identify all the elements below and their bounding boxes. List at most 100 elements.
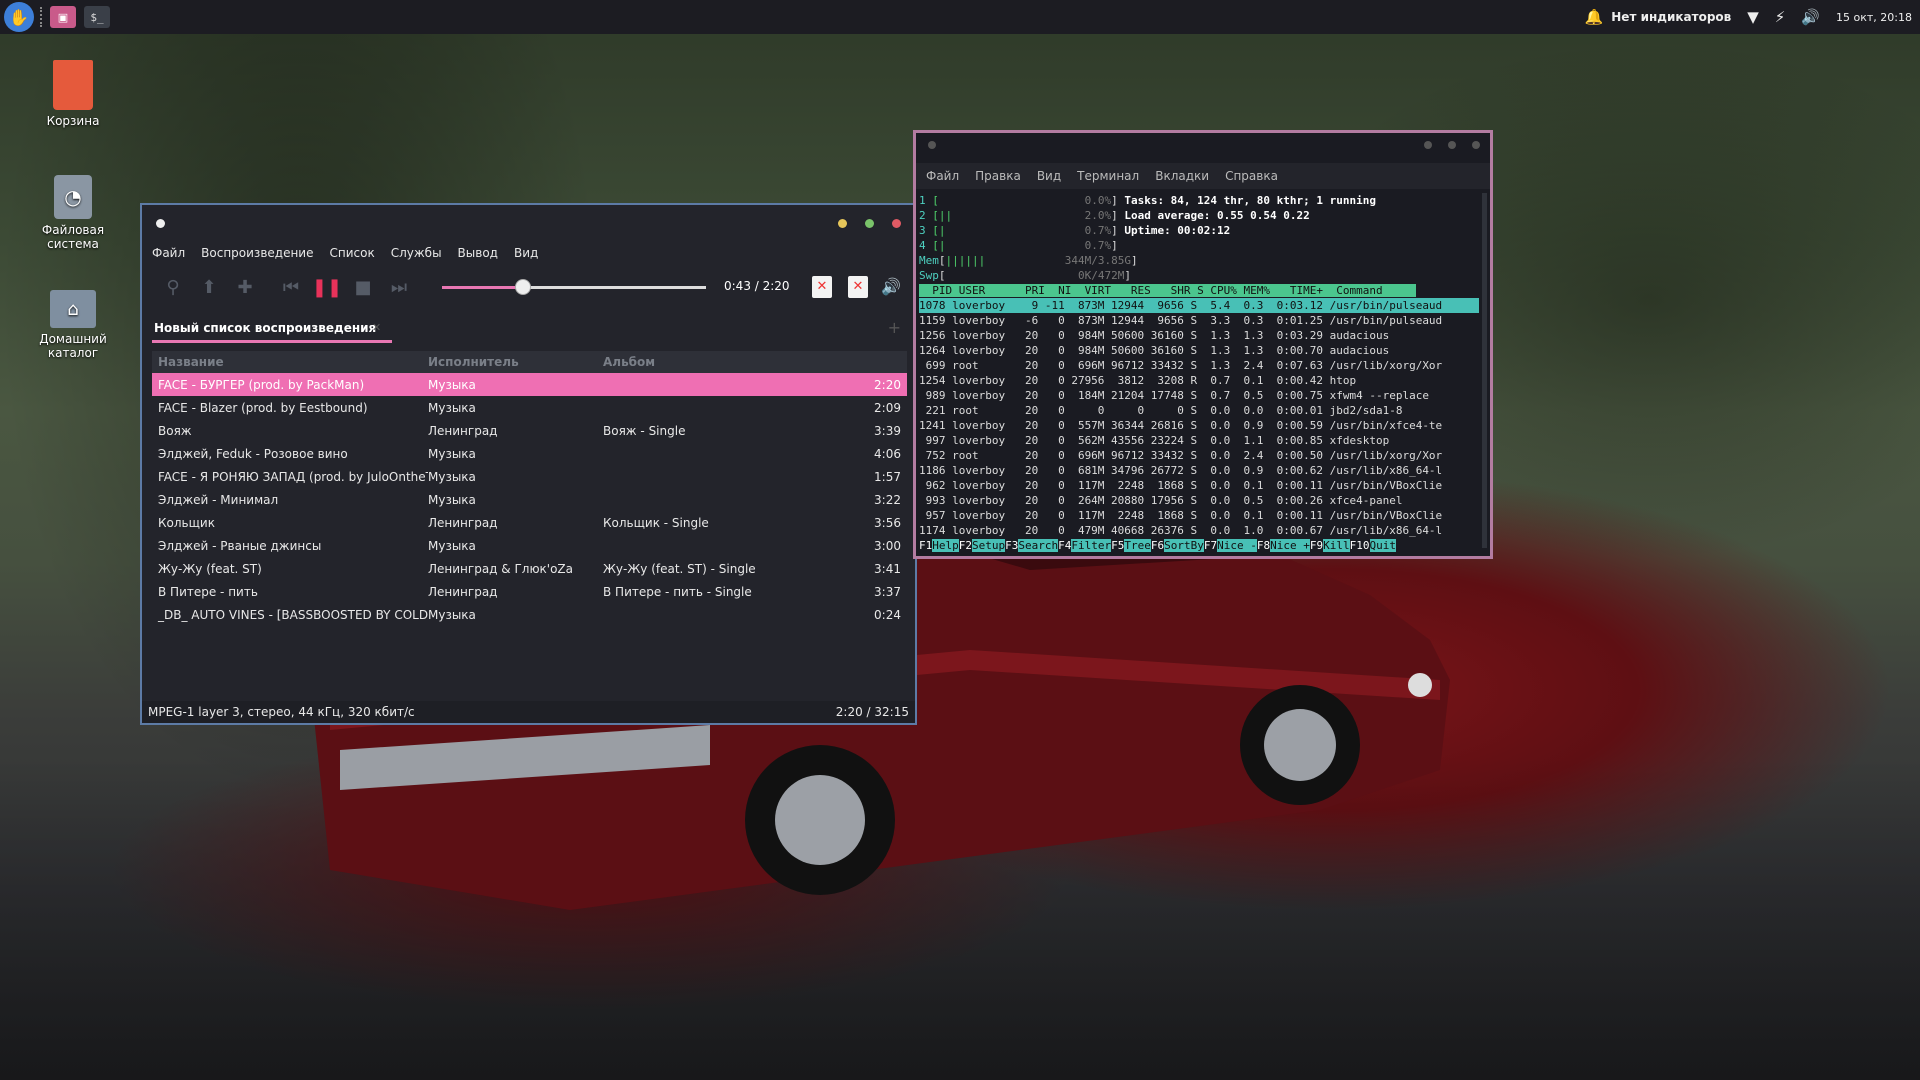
process-row[interactable]: 957 loverboy 20 0 117M 2248 1868 S 0.0 0… bbox=[919, 508, 1479, 523]
process-row[interactable]: 1078 loverboy 9 -11 873M 12944 9656 S 5.… bbox=[919, 298, 1479, 313]
next-icon[interactable]: ⏭ bbox=[384, 272, 414, 302]
clock[interactable]: 15 окт, 20:18 bbox=[1836, 11, 1912, 24]
process-row[interactable]: 1186 loverboy 20 0 681M 34796 26772 S 0.… bbox=[919, 463, 1479, 478]
playlist-row[interactable]: Элджей, Feduk - Розовое вино Музыка 4:06 bbox=[152, 442, 907, 465]
process-row[interactable]: 1159 loverboy -6 0 873M 12944 9656 S 3.3… bbox=[919, 313, 1479, 328]
playlist-row[interactable]: Элджей - Рваные джинсы Музыка 3:00 bbox=[152, 534, 907, 557]
column-album[interactable]: Альбом bbox=[603, 355, 863, 369]
process-row[interactable]: 752 root 20 0 696M 96712 33432 S 0.0 2.4… bbox=[919, 448, 1479, 463]
tab-playlist[interactable]: Новый список воспроизведения bbox=[152, 313, 392, 343]
stop-icon[interactable]: ■ bbox=[348, 272, 378, 302]
playlist-row[interactable]: _DB_ AUTO VINES - [BASSBOOSTED BY COLD …… bbox=[152, 603, 907, 626]
playlist-row[interactable]: FACE - Blazer (prod. by Eestbound) Музыка… bbox=[152, 396, 907, 419]
playlist-row[interactable]: Кольщик Ленинград Кольщик - Single 3:56 bbox=[152, 511, 907, 534]
maximize-button[interactable] bbox=[865, 219, 874, 228]
process-row[interactable]: 962 loverboy 20 0 117M 2248 1868 S 0.0 0… bbox=[919, 478, 1479, 493]
menu-help[interactable]: Справка bbox=[1225, 169, 1278, 183]
menu-playback[interactable]: Воспроизведение bbox=[201, 246, 313, 260]
battery-icon[interactable]: ⚡ bbox=[1775, 8, 1786, 26]
fkey-label[interactable]: Nice + bbox=[1270, 539, 1310, 552]
playlist-row[interactable]: FACE - Я РОНЯЮ ЗАПАД (prod. by JuloOnthe… bbox=[152, 465, 907, 488]
fkey-f3[interactable]: F3 bbox=[1005, 539, 1019, 552]
network-icon[interactable]: ▼ bbox=[1747, 8, 1759, 26]
volume-button-icon[interactable]: 🔊 bbox=[881, 277, 901, 296]
playlist-row[interactable]: Вояж Ленинград Вояж - Single 3:39 bbox=[152, 419, 907, 442]
fkey-label[interactable]: Search bbox=[1018, 539, 1059, 552]
column-artist[interactable]: Исполнитель bbox=[428, 355, 603, 369]
whisker-menu-icon[interactable]: ✋ bbox=[4, 2, 34, 32]
desktop-icon-trash[interactable]: Корзина bbox=[28, 60, 118, 128]
process-row[interactable]: 989 loverboy 20 0 184M 21204 17748 S 0.7… bbox=[919, 388, 1479, 403]
fkey-label[interactable]: Help bbox=[932, 539, 959, 552]
menu-file[interactable]: Файл bbox=[152, 246, 185, 260]
pause-icon[interactable]: ❚❚ bbox=[312, 272, 342, 302]
seek-slider-knob[interactable] bbox=[515, 279, 532, 295]
menu-terminal[interactable]: Терминал bbox=[1077, 169, 1139, 183]
fkey-f9[interactable]: F9 bbox=[1309, 539, 1324, 552]
indicator-label[interactable]: Нет индикаторов bbox=[1611, 10, 1731, 24]
fkey-label[interactable]: Filter bbox=[1071, 539, 1112, 552]
desktop-icon-home[interactable]: ⌂ Домашний каталог bbox=[28, 290, 118, 360]
playlist-row[interactable]: В Питере - пить Ленинград В Питере - пить … bbox=[152, 580, 907, 603]
fkey-label[interactable]: Quit bbox=[1369, 539, 1396, 552]
terminal-scrollbar[interactable] bbox=[1482, 193, 1487, 548]
desktop-icon-filesystem[interactable]: ◔ Файловая система bbox=[28, 175, 118, 251]
volume-icon[interactable]: 🔊 bbox=[1801, 8, 1820, 26]
process-row[interactable]: 1256 loverboy 20 0 984M 50600 36160 S 1.… bbox=[919, 328, 1479, 343]
taskbar-audacious-icon[interactable]: ▣ bbox=[50, 6, 76, 28]
fkey-f2[interactable]: F2 bbox=[958, 539, 972, 552]
menu-services[interactable]: Службы bbox=[391, 246, 442, 260]
bell-icon[interactable]: 🔔 bbox=[1585, 8, 1604, 26]
process-row[interactable]: 1241 loverboy 20 0 557M 36344 26816 S 0.… bbox=[919, 418, 1479, 433]
menu-output[interactable]: Вывод bbox=[458, 246, 498, 260]
seek-slider[interactable] bbox=[442, 279, 706, 295]
playlist-row[interactable]: Элджей - Минимал Музыка 3:22 bbox=[152, 488, 907, 511]
menu-view[interactable]: Вид bbox=[514, 246, 538, 260]
maximize-button[interactable] bbox=[1448, 141, 1456, 149]
previous-icon[interactable]: ⏮ bbox=[276, 272, 306, 302]
close-button[interactable] bbox=[1472, 141, 1480, 149]
window-menu-icon[interactable] bbox=[156, 218, 165, 228]
fkey-f7[interactable]: F7 bbox=[1203, 539, 1218, 552]
fkey-f6[interactable]: F6 bbox=[1150, 539, 1165, 552]
open-files-icon[interactable]: ⬆ bbox=[194, 272, 224, 302]
process-row[interactable]: 993 loverboy 20 0 264M 20880 17956 S 0.0… bbox=[919, 493, 1479, 508]
fkey-f5[interactable]: F5 bbox=[1111, 539, 1125, 552]
minimize-button[interactable] bbox=[838, 219, 847, 228]
minimize-button[interactable] bbox=[1424, 141, 1432, 149]
fkey-label[interactable]: Kill bbox=[1323, 539, 1350, 552]
process-row[interactable]: 1264 loverboy 20 0 984M 50600 36160 S 1.… bbox=[919, 343, 1479, 358]
audacious-titlebar[interactable] bbox=[142, 205, 915, 241]
fkey-f1[interactable]: F1 bbox=[919, 539, 933, 552]
fkey-label[interactable]: Setup bbox=[972, 539, 1006, 552]
fkey-label[interactable]: Nice - bbox=[1217, 539, 1257, 552]
fkey-f10[interactable]: F10 bbox=[1349, 539, 1370, 552]
process-row[interactable]: 997 loverboy 20 0 562M 43556 23224 S 0.0… bbox=[919, 433, 1479, 448]
fkey-label[interactable]: SortBy bbox=[1164, 539, 1204, 552]
repeat-icon[interactable]: ✕ bbox=[812, 276, 832, 298]
process-row[interactable]: 1254 loverboy 20 0 27956 3812 3208 R 0.7… bbox=[919, 373, 1479, 388]
fkey-label[interactable]: Tree bbox=[1124, 539, 1151, 552]
menu-file[interactable]: Файл bbox=[926, 169, 959, 183]
playlist-row[interactable]: Жу-Жу (feat. ST) Ленинград & Глюк'oZa Жу-Ж… bbox=[152, 557, 907, 580]
search-icon[interactable]: ⚲ bbox=[158, 272, 188, 302]
close-button[interactable] bbox=[892, 219, 901, 228]
window-menu-icon[interactable] bbox=[928, 141, 936, 149]
new-tab-icon[interactable]: + bbox=[888, 318, 901, 337]
close-tab-icon[interactable]: ✕ bbox=[372, 321, 381, 334]
add-files-icon[interactable]: ✚ bbox=[230, 272, 260, 302]
playlist-row[interactable]: FACE - БУРГЕР (prod. by PackMan) Музыка 2:… bbox=[152, 373, 907, 396]
terminal-titlebar[interactable] bbox=[916, 133, 1490, 157]
menu-playlist[interactable]: Список bbox=[329, 246, 374, 260]
taskbar-terminal-icon[interactable]: $_ bbox=[84, 6, 110, 28]
process-row[interactable]: 1174 loverboy 20 0 479M 40668 26376 S 0.… bbox=[919, 523, 1479, 538]
menu-edit[interactable]: Правка bbox=[975, 169, 1021, 183]
menu-view[interactable]: Вид bbox=[1037, 169, 1061, 183]
process-row[interactable]: 699 root 20 0 696M 96712 33432 S 1.3 2.4… bbox=[919, 358, 1479, 373]
htop-output[interactable]: 1 [ 0.0%] Tasks: 84, 124 thr, 80 kthr; 1… bbox=[919, 193, 1479, 553]
fkey-f8[interactable]: F8 bbox=[1256, 539, 1271, 552]
column-title[interactable]: Название bbox=[152, 355, 428, 369]
shuffle-icon[interactable]: ✕ bbox=[848, 276, 868, 298]
menu-tabs[interactable]: Вкладки bbox=[1155, 169, 1209, 183]
process-row[interactable]: 221 root 20 0 0 0 0 S 0.0 0.0 0:00.01 jb… bbox=[919, 403, 1479, 418]
